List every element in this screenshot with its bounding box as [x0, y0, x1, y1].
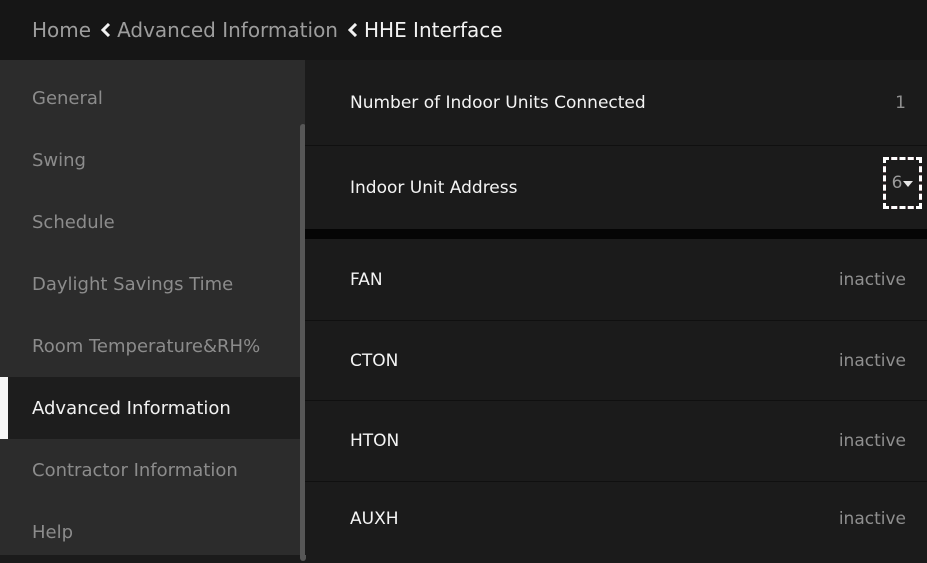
units-connected-label: Number of Indoor Units Connected: [350, 92, 646, 113]
indoor-address-dropdown[interactable]: 6: [883, 157, 922, 209]
chevron-left-icon: [98, 20, 114, 40]
sidebar-item-schedule[interactable]: Schedule: [0, 191, 305, 253]
indoor-address-value: 6: [891, 173, 903, 193]
signal-row-hton: HTON inactive: [305, 401, 927, 482]
sidebar-item-label: Schedule: [32, 211, 115, 233]
sidebar-item-general[interactable]: General: [0, 67, 305, 129]
signal-status: inactive: [838, 350, 906, 371]
breadcrumb-current: HHE Interface: [363, 18, 503, 42]
screen: Home Advanced Information HHE Interface …: [0, 0, 927, 561]
active-indicator: [0, 377, 8, 439]
signal-row-fan: FAN inactive: [305, 239, 927, 321]
units-connected-value: 1: [895, 92, 906, 113]
sidebar-item-room-temperature[interactable]: Room Temperature&RH%: [0, 315, 305, 377]
sidebar-item-label: Room Temperature&RH%: [32, 335, 261, 357]
section-divider: [305, 229, 927, 239]
sidebar: General Swing Schedule Daylight Savings …: [0, 60, 306, 561]
indoor-address-row: Indoor Unit Address: [305, 146, 927, 229]
breadcrumb-home[interactable]: Home: [32, 18, 91, 42]
signal-label: HTON: [350, 431, 400, 451]
breadcrumb-parent[interactable]: Advanced Information: [117, 18, 338, 42]
signal-label: CTON: [350, 350, 399, 371]
dropdown-caret-icon: [903, 181, 914, 187]
signal-label: FAN: [350, 269, 383, 290]
sidebar-item-advanced-information[interactable]: Advanced Information: [0, 377, 305, 439]
chevron-left-icon: [345, 20, 361, 40]
sidebar-item-daylight-savings[interactable]: Daylight Savings Time: [0, 253, 305, 315]
signal-row-auxh: AUXH inactive: [305, 482, 927, 555]
signal-label: AUXH: [350, 508, 399, 529]
indoor-address-label: Indoor Unit Address: [350, 177, 518, 198]
signal-row-cton: CTON inactive: [305, 321, 927, 401]
signal-status: inactive: [838, 269, 906, 290]
sidebar-item-label: Swing: [32, 149, 86, 171]
signal-status: inactive: [838, 431, 906, 451]
signal-status: inactive: [838, 508, 906, 529]
main-panel: Number of Indoor Units Connected 1 Indoo…: [305, 60, 927, 555]
sidebar-item-label: Advanced Information: [32, 397, 231, 419]
sidebar-item-label: Contractor Information: [32, 459, 238, 481]
sidebar-item-help[interactable]: Help: [0, 501, 305, 563]
sidebar-item-label: General: [32, 87, 103, 109]
sidebar-item-swing[interactable]: Swing: [0, 129, 305, 191]
sidebar-item-label: Daylight Savings Time: [32, 273, 234, 295]
breadcrumb: Home Advanced Information HHE Interface: [0, 0, 927, 60]
units-connected-row: Number of Indoor Units Connected 1: [305, 60, 927, 146]
sidebar-item-contractor-information[interactable]: Contractor Information: [0, 439, 305, 501]
sidebar-item-label: Help: [32, 521, 74, 543]
